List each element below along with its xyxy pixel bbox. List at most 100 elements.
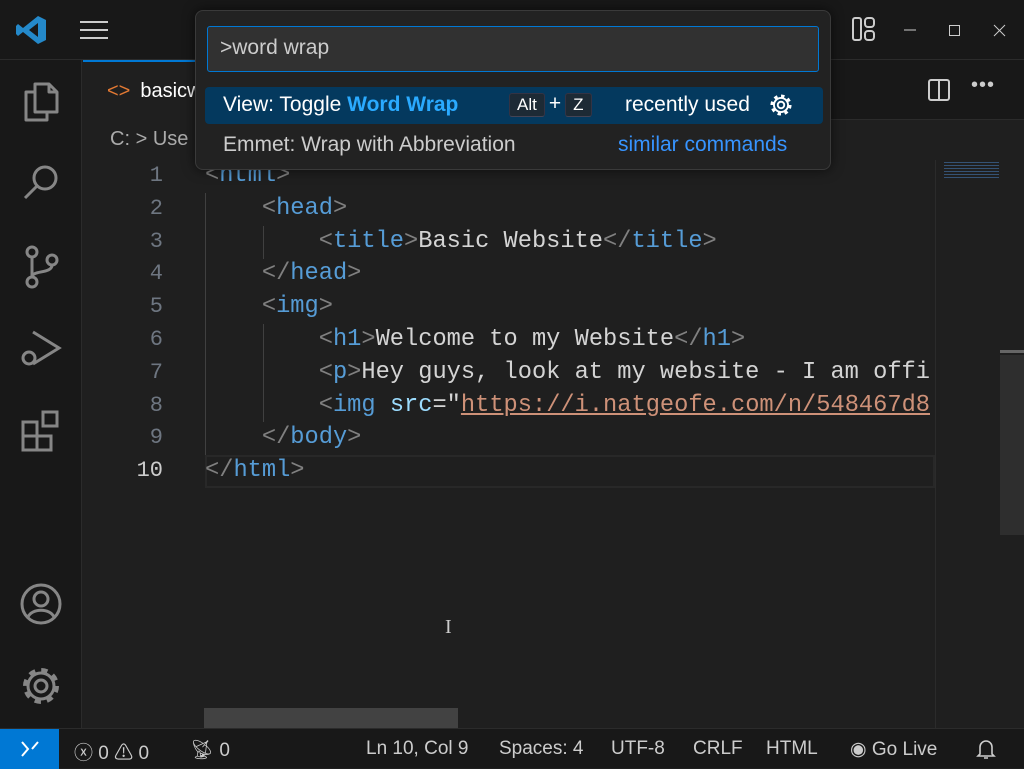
line-number: 10 xyxy=(136,458,163,484)
run-debug-icon[interactable] xyxy=(17,324,65,372)
similar-commands-label: similar commands xyxy=(618,133,788,156)
code-line[interactable]: </body> xyxy=(205,422,935,455)
code-token: </ xyxy=(261,260,291,288)
activity-bar xyxy=(0,60,82,728)
maximize-icon[interactable] xyxy=(948,24,962,38)
remote-icon xyxy=(21,741,39,757)
command-item-toggle-word-wrap[interactable]: View: Toggle Word Wrap Alt + Z recently us… xyxy=(205,87,823,124)
html-file-icon: <> xyxy=(107,80,131,102)
account-icon[interactable] xyxy=(17,580,65,628)
code-token: </ xyxy=(603,227,632,255)
layout-icon[interactable] xyxy=(852,17,876,41)
code-editor[interactable]: 1 2 3 4 5 6 7 8 9 10 <html> <head> <title>Basic W… xyxy=(83,160,935,728)
code-token: title xyxy=(332,227,405,255)
code-token: html xyxy=(233,457,291,485)
line-number: 4 xyxy=(149,261,163,287)
code-line[interactable]: <title>Basic Website</title> xyxy=(205,226,935,259)
code-token: > xyxy=(332,194,348,222)
notifications-bell-icon[interactable] xyxy=(976,738,996,760)
broadcast-icon: 📡︎ xyxy=(190,740,215,761)
code-token: > xyxy=(730,325,746,353)
code-line[interactable]: </html> xyxy=(205,455,935,488)
code-token: =" xyxy=(432,391,461,419)
line-number: 9 xyxy=(149,425,163,451)
extensions-icon[interactable] xyxy=(17,406,65,454)
line-number: 2 xyxy=(149,195,163,221)
cursor-position[interactable]: Ln 10, Col 9 xyxy=(366,738,468,760)
line-number: 3 xyxy=(149,228,163,254)
code-token: > xyxy=(347,260,362,288)
line-number: 7 xyxy=(149,359,163,385)
code-line[interactable]: <head> xyxy=(205,193,935,226)
problems-button[interactable]: ⓧ 0 ⚠ 0 xyxy=(74,738,149,765)
code-token: https://i.natgeofe.com/n/548467d8 xyxy=(460,391,930,419)
code-token: title xyxy=(631,227,703,255)
menu-icon[interactable] xyxy=(79,20,109,40)
code-text[interactable]: <html> <head> <title>Basic Website</titl… xyxy=(205,160,935,488)
broadcast-icon: ◉ xyxy=(850,739,867,760)
go-live-button[interactable]: ◉ Go Live xyxy=(850,738,937,761)
code-token: > xyxy=(318,293,333,321)
tab-basicwebsite[interactable]: <> basicw xyxy=(83,60,213,120)
code-token: > xyxy=(361,325,376,353)
command-item-emmet-wrap[interactable]: Emmet: Wrap with Abbreviation similar co… xyxy=(205,127,823,164)
command-input[interactable]: >word wrap xyxy=(207,26,819,72)
code-token: < xyxy=(261,293,277,321)
code-line[interactable]: <img src="https://i.natgeofe.com/n/54846… xyxy=(205,390,935,423)
line-number: 8 xyxy=(149,392,163,418)
indentation[interactable]: Spaces: 4 xyxy=(499,738,584,760)
code-token: < xyxy=(318,358,333,386)
split-editor-icon[interactable] xyxy=(928,79,950,101)
settings-icon[interactable] xyxy=(17,662,65,710)
command-palette: >word wrap View: Toggle Word Wrap Alt + Z … xyxy=(195,10,831,170)
code-line[interactable]: <h1>Welcome to my Website</h1> xyxy=(205,324,935,357)
minimap[interactable] xyxy=(935,160,1000,728)
code-token: Basic Website xyxy=(418,227,604,255)
code-token: > xyxy=(347,358,362,386)
line-number: 1 xyxy=(149,163,163,188)
ports-button[interactable]: 📡︎ 0 xyxy=(190,738,230,762)
text-cursor-icon: I xyxy=(445,616,452,638)
line-number: 6 xyxy=(149,326,163,352)
horizontal-scrollbar[interactable] xyxy=(204,708,458,728)
more-actions-icon[interactable]: ••• xyxy=(971,74,995,97)
code-token: < xyxy=(318,391,333,419)
code-token: </ xyxy=(261,424,291,452)
recently-used-label: recently used xyxy=(625,93,750,116)
vertical-scrollbar[interactable] xyxy=(1000,160,1024,728)
end-of-line[interactable]: CRLF xyxy=(693,738,743,760)
breadcrumb[interactable]: C: > Use xyxy=(110,128,188,151)
status-bar: ⓧ 0 ⚠ 0 📡︎ 0 Ln 10, Col 9 Spaces: 4 UTF-… xyxy=(0,728,1024,769)
line-numbers: 1 2 3 4 5 6 7 8 9 10 xyxy=(83,160,163,488)
minimize-icon[interactable] xyxy=(903,24,917,38)
remote-button[interactable] xyxy=(0,729,59,769)
code-line[interactable]: <p>Hey guys, look at my website - I am o… xyxy=(205,357,935,390)
close-icon[interactable] xyxy=(993,24,1007,38)
explorer-icon[interactable] xyxy=(17,78,65,126)
code-line[interactable]: </head> xyxy=(205,258,935,291)
code-token: > xyxy=(404,227,419,255)
code-token: p xyxy=(332,358,348,386)
code-line[interactable]: <img> xyxy=(205,291,935,324)
warning-icon: ⚠ xyxy=(114,743,134,764)
source-control-icon[interactable] xyxy=(17,242,65,290)
code-token: head xyxy=(276,194,333,222)
code-token: > xyxy=(702,227,717,255)
code-token: body xyxy=(290,424,348,452)
code-token: > xyxy=(290,457,305,485)
encoding[interactable]: UTF-8 xyxy=(611,738,665,760)
search-icon[interactable] xyxy=(17,160,65,208)
keybinding-z: Z xyxy=(565,93,592,117)
vscode-logo-icon xyxy=(16,16,46,44)
error-icon: ⓧ xyxy=(74,743,94,764)
language-mode[interactable]: HTML xyxy=(766,738,818,760)
gear-icon[interactable] xyxy=(768,92,794,118)
